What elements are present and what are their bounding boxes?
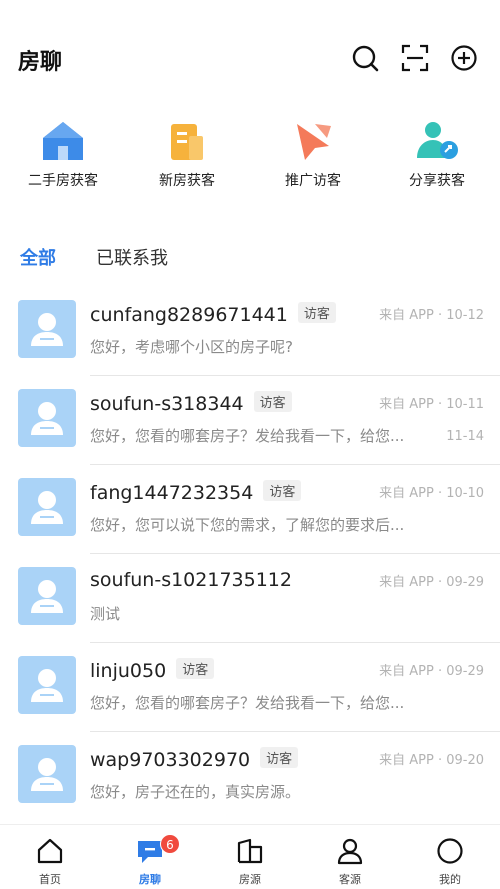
share-user-icon bbox=[417, 122, 458, 159]
nav-label: 房源 bbox=[239, 873, 261, 886]
shortcut-promote[interactable]: 推广访客 bbox=[258, 112, 368, 202]
message-source-date: 来自 APP · 10-11 bbox=[379, 397, 484, 412]
user-avatar-icon bbox=[31, 580, 63, 613]
visitor-badge: 访客 bbox=[297, 302, 336, 323]
user-avatar-icon bbox=[31, 313, 63, 346]
list-item[interactable]: fang1447232354 访客 来自 APP · 10-10 您好，您可以说下… bbox=[0, 464, 500, 554]
nav-label: 房聊 bbox=[139, 873, 161, 886]
shortcut-label: 新房获客 bbox=[159, 173, 215, 189]
user-avatar-icon bbox=[31, 758, 63, 791]
list-item[interactable]: cunfang8289671441 访客 来自 APP · 10-12 您好，考虑… bbox=[0, 286, 500, 376]
conversation-list: cunfang8289671441 访客 来自 APP · 10-12 您好，考虑… bbox=[0, 286, 500, 814]
contact-name: linju050 访客 bbox=[90, 658, 215, 682]
search-icon[interactable] bbox=[351, 44, 379, 72]
message-preview: 您好，房子还在的，真实房源。 bbox=[90, 783, 301, 801]
avatar bbox=[18, 389, 76, 447]
shortcut-second-hand[interactable]: 二手房获客 bbox=[8, 112, 118, 202]
message-source-date: 来自 APP · 09-29 bbox=[379, 664, 484, 679]
message-time: 11-14 bbox=[446, 429, 484, 444]
scan-icon[interactable] bbox=[401, 44, 429, 72]
unread-badge: 6 bbox=[160, 834, 180, 854]
shortcut-label: 推广访客 bbox=[285, 173, 341, 189]
avatar bbox=[18, 656, 76, 714]
nav-label: 我的 bbox=[439, 873, 461, 886]
nav-profile[interactable]: 我的 bbox=[400, 825, 500, 889]
nav-listings[interactable]: 房源 bbox=[200, 825, 300, 889]
list-item[interactable]: wap9703302970 访客 来自 APP · 09-20 您好，房子还在的，… bbox=[0, 731, 500, 814]
avatar bbox=[18, 745, 76, 803]
message-source-date: 来自 APP · 09-20 bbox=[379, 753, 484, 768]
visitor-badge: 访客 bbox=[260, 747, 299, 768]
shortcut-label: 二手房获客 bbox=[28, 173, 98, 189]
message-source-date: 来自 APP · 10-12 bbox=[379, 308, 484, 323]
list-item[interactable]: linju050 访客 来自 APP · 09-29 您好，您看的哪套房子？发给我… bbox=[0, 642, 500, 732]
profile-icon bbox=[437, 838, 463, 864]
message-source-date: 来自 APP · 09-29 bbox=[379, 575, 484, 590]
shortcut-new-house[interactable]: 新房获客 bbox=[132, 112, 242, 202]
message-preview: 您好，您看的哪套房子？发给我看一下，给您... bbox=[90, 694, 405, 712]
user-avatar-icon bbox=[31, 669, 63, 702]
customer-icon bbox=[337, 838, 363, 865]
message-source-date: 来自 APP · 10-10 bbox=[379, 486, 484, 501]
visitor-badge: 访客 bbox=[263, 480, 302, 501]
avatar bbox=[18, 300, 76, 358]
nav-chat[interactable]: 6 房聊 bbox=[100, 825, 200, 889]
add-icon[interactable] bbox=[450, 44, 478, 72]
nav-label: 客源 bbox=[339, 873, 361, 886]
contact-name: soufun-s1021735112 bbox=[90, 569, 292, 591]
promote-icon bbox=[297, 124, 331, 160]
message-preview: 您好，考虑哪个小区的房子呢? bbox=[90, 338, 293, 356]
tab-all[interactable]: 全部 bbox=[20, 244, 56, 270]
contact-name: wap9703302970 访客 bbox=[90, 747, 299, 771]
avatar bbox=[18, 567, 76, 625]
tab-contacted[interactable]: 已联系我 bbox=[96, 244, 168, 270]
list-item[interactable]: soufun-s318344 访客 来自 APP · 10-11 您好，您看的哪套… bbox=[0, 375, 500, 465]
nav-customers[interactable]: 客源 bbox=[300, 825, 400, 889]
message-preview: 您好，您看的哪套房子？发给我看一下，给您... bbox=[90, 427, 405, 445]
shortcut-bar: 二手房获客 新房获客 推广访客 分享获客 bbox=[0, 112, 500, 202]
avatar bbox=[18, 478, 76, 536]
message-preview: 您好，您可以说下您的需求，了解您的要求后... bbox=[90, 516, 405, 534]
contact-name: cunfang8289671441 访客 bbox=[90, 302, 336, 326]
page-title: 房聊 bbox=[18, 50, 63, 75]
nav-label: 首页 bbox=[39, 873, 61, 886]
shortcut-share[interactable]: 分享获客 bbox=[382, 112, 492, 202]
visitor-badge: 访客 bbox=[176, 658, 215, 679]
list-item[interactable]: soufun-s1021735112 来自 APP · 09-29 测试 bbox=[0, 553, 500, 643]
contact-name: fang1447232354 访客 bbox=[90, 480, 302, 504]
house-icon bbox=[43, 122, 83, 160]
bottom-nav: 首页 6 房聊 房源 客源 我的 bbox=[0, 824, 500, 889]
filter-tabs: 全部 已联系我 bbox=[0, 238, 500, 278]
message-preview: 测试 bbox=[90, 605, 121, 623]
nav-home[interactable]: 首页 bbox=[0, 825, 100, 889]
contact-name: soufun-s318344 访客 bbox=[90, 391, 292, 415]
home-icon bbox=[37, 838, 63, 864]
user-avatar-icon bbox=[31, 402, 63, 435]
user-avatar-icon bbox=[31, 491, 63, 524]
shortcut-label: 分享获客 bbox=[409, 173, 465, 189]
visitor-badge: 访客 bbox=[253, 391, 292, 412]
building-icon bbox=[171, 124, 203, 160]
header: 房聊 bbox=[0, 0, 500, 110]
listing-icon bbox=[237, 838, 263, 864]
